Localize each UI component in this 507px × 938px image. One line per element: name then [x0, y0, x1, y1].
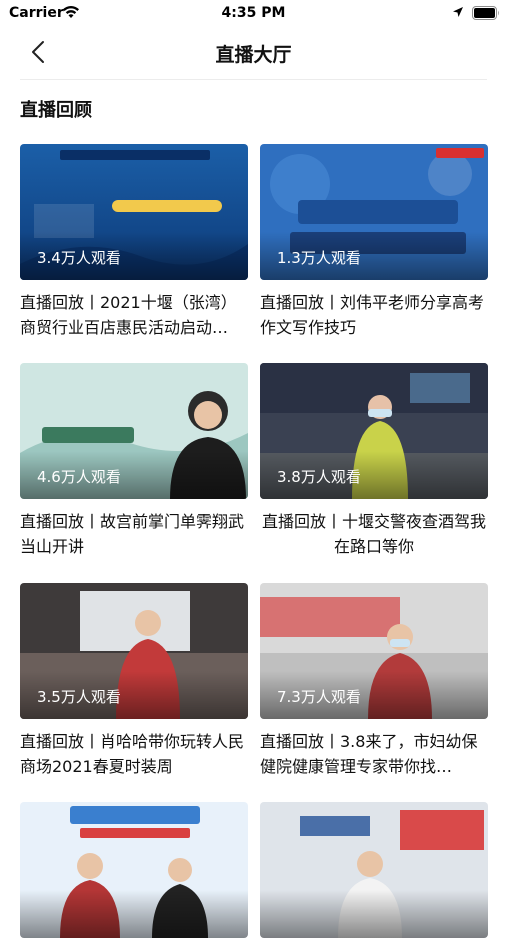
clock: 4:35 PM: [221, 5, 286, 21]
video-thumbnail[interactable]: [20, 802, 248, 938]
card-title: 直播回放丨肖哈哈带你玩转人民商场2021春夏时装周: [20, 732, 245, 776]
replay-card[interactable]: [260, 802, 488, 938]
replay-card[interactable]: 4.6万人观看 直播回放丨故宫前掌门单霁翔武当山开讲: [20, 363, 248, 559]
card-title: 直播回放丨2021十堰（张湾）商贸行业百店惠民活动启动…: [20, 293, 237, 337]
video-thumbnail[interactable]: [260, 802, 488, 938]
video-thumbnail[interactable]: 3.4万人观看: [20, 144, 248, 280]
replay-card[interactable]: 3.5万人观看 直播回放丨肖哈哈带你玩转人民商场2021春夏时装周: [20, 583, 248, 779]
section-title: 直播回顾: [20, 100, 92, 121]
page-title: 直播大厅: [215, 44, 292, 66]
status-bar: Carrier 4:35 PM: [0, 0, 507, 28]
navigation-bar: 直播大厅: [0, 28, 507, 76]
replay-card[interactable]: 3.4万人观看 直播回放丨2021十堰（张湾）商贸行业百店惠民活动启动…: [20, 144, 248, 340]
video-thumbnail[interactable]: 7.3万人观看: [260, 583, 488, 719]
nav-divider: [20, 79, 487, 80]
replay-card[interactable]: 7.3万人观看 直播回放丨3.8来了，市妇幼保健院健康管理专家带你找…: [260, 583, 488, 779]
battery-icon: [472, 6, 499, 20]
card-title: 直播回放丨刘伟平老师分享高考作文写作技巧: [260, 293, 485, 337]
card-title: 直播回放丨3.8来了，市妇幼保健院健康管理专家带你找…: [260, 732, 478, 776]
thumbnail-shade: [20, 890, 248, 938]
view-count: 3.8万人观看: [277, 468, 361, 486]
video-thumbnail[interactable]: 3.5万人观看: [20, 583, 248, 719]
replay-card[interactable]: 3.8万人观看 直播回放丨十堰交警夜查酒驾我在路口等你: [260, 363, 488, 559]
location-arrow-icon: [453, 7, 463, 17]
view-count: 3.5万人观看: [37, 688, 121, 706]
video-thumbnail[interactable]: 3.8万人观看: [260, 363, 488, 499]
card-title: 直播回放丨故宫前掌门单霁翔武当山开讲: [20, 512, 245, 556]
view-count: 1.3万人观看: [277, 249, 361, 267]
video-thumbnail[interactable]: 1.3万人观看: [260, 144, 488, 280]
view-count: 3.4万人观看: [37, 249, 121, 267]
view-count: 4.6万人观看: [37, 468, 121, 486]
view-count: 7.3万人观看: [277, 688, 361, 706]
replay-card[interactable]: [20, 802, 248, 938]
replay-card[interactable]: 1.3万人观看 直播回放丨刘伟平老师分享高考作文写作技巧: [260, 144, 488, 340]
thumbnail-shade: [260, 890, 488, 938]
video-thumbnail[interactable]: 4.6万人观看: [20, 363, 248, 499]
card-title: 直播回放丨十堰交警夜查酒驾我在路口等你: [261, 512, 486, 556]
